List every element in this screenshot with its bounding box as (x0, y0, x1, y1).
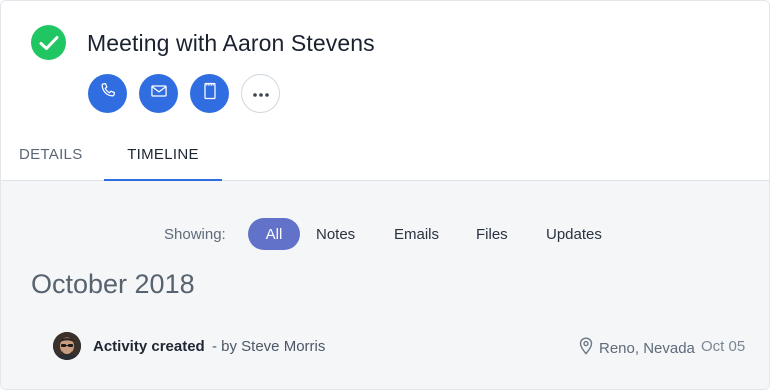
filter-all[interactable]: All (248, 218, 300, 250)
activity-title: Activity created (93, 338, 205, 355)
activity-date: Oct 05 (701, 338, 746, 355)
activity-location: Reno, Nevada (579, 337, 695, 359)
filter-label: Showing: (164, 226, 226, 243)
filter-bar: Showing: All Notes Emails Files Updates (1, 218, 769, 251)
map-pin-icon (579, 337, 593, 359)
timeline-panel: Showing: All Notes Emails Files Updates … (1, 181, 769, 389)
filter-updates[interactable]: Updates (546, 226, 602, 243)
activity-card: Meeting with Aaron Stevens DETAILS TIMEL… (0, 0, 770, 390)
phone-icon (98, 81, 118, 106)
email-button[interactable] (139, 74, 178, 113)
envelope-icon (149, 81, 169, 106)
page-title: Meeting with Aaron Stevens (87, 30, 375, 56)
activity-header: Meeting with Aaron Stevens DETAILS TIMEL… (1, 1, 769, 182)
activity-author: - by Steve Morris (212, 338, 326, 355)
month-heading: October 2018 (31, 269, 195, 299)
tab-timeline[interactable]: TIMELINE (104, 128, 222, 182)
note-button[interactable] (190, 74, 229, 113)
filter-files[interactable]: Files (476, 226, 508, 243)
timeline-entry[interactable]: Activity created - by Steve Morris Reno,… (1, 331, 769, 361)
avatar[interactable] (53, 332, 81, 360)
more-button[interactable] (241, 74, 280, 113)
notepad-icon (200, 80, 220, 107)
tab-details[interactable]: DETAILS (1, 128, 101, 181)
call-button[interactable] (88, 74, 127, 113)
ellipsis-icon (252, 85, 270, 103)
check-icon[interactable] (31, 25, 66, 60)
filter-notes[interactable]: Notes (316, 226, 355, 243)
filter-emails[interactable]: Emails (394, 226, 439, 243)
action-buttons (88, 74, 280, 113)
tab-bar: DETAILS TIMELINE (1, 128, 769, 182)
location-text: Reno, Nevada (599, 339, 695, 357)
